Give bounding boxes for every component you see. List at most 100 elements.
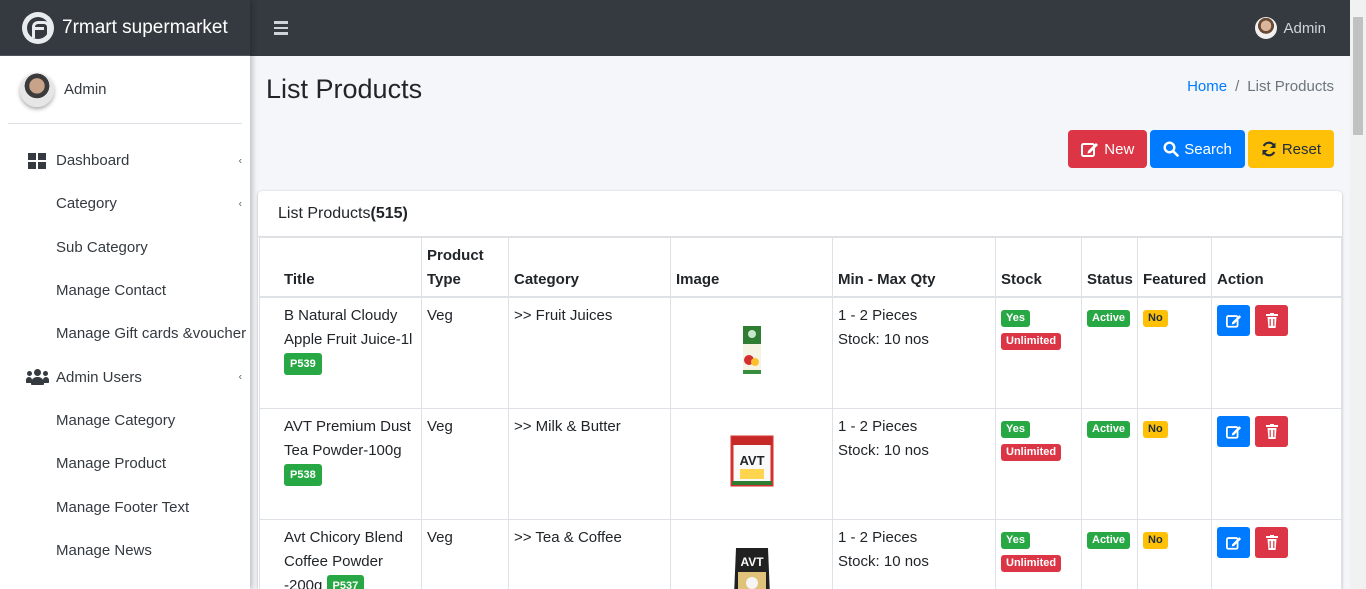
trash-icon xyxy=(1265,423,1278,439)
featured-badge[interactable]: No xyxy=(1143,420,1168,438)
product-featured-cell: No xyxy=(1137,407,1212,520)
unlimited-badge: Unlimited xyxy=(1001,443,1062,461)
edit-button[interactable] xyxy=(1217,415,1250,447)
product-image-cell: AVT xyxy=(670,518,833,589)
coffee-pack-image: AVT xyxy=(733,547,770,589)
sidebar-item-label: Dashboard xyxy=(56,152,130,170)
column-header-action[interactable]: Action xyxy=(1211,237,1342,298)
delete-button[interactable] xyxy=(1255,526,1288,558)
product-qty: 1 - 2 Pieces xyxy=(838,528,918,546)
search-button[interactable]: Search xyxy=(1150,130,1245,168)
product-type: Veg xyxy=(421,407,509,520)
svg-text:AVT: AVT xyxy=(740,555,764,569)
card-title: List Products xyxy=(278,205,371,222)
action-buttons: New Search Reset xyxy=(1068,130,1334,168)
unlimited-badge: Unlimited xyxy=(1001,333,1062,350)
product-status-cell: Active xyxy=(1081,296,1138,409)
new-button[interactable]: New xyxy=(1068,130,1148,168)
edit-button[interactable] xyxy=(1217,305,1250,336)
sidebar-item-manage-category[interactable]: Manage Category xyxy=(0,399,250,442)
stock-yes-badge: Yes xyxy=(1001,531,1030,549)
edit-icon xyxy=(1225,315,1241,328)
product-type: Veg xyxy=(421,296,509,409)
edit-icon xyxy=(1081,143,1099,157)
card-header: List Products(515) xyxy=(258,191,1342,237)
table-row: AVT Premium Dust Tea Powder-100g P538 Veg… xyxy=(259,407,1342,520)
delete-button[interactable] xyxy=(1255,305,1288,336)
column-header-title[interactable]: Title xyxy=(259,237,422,298)
product-action-cell xyxy=(1211,407,1342,520)
status-badge[interactable]: Active xyxy=(1087,420,1131,438)
product-stock-cell: Yes Unlimited xyxy=(995,407,1082,520)
brand-name[interactable]: 7rmart supermarket xyxy=(62,17,228,39)
product-action-cell xyxy=(1211,518,1342,589)
users-icon xyxy=(26,369,49,386)
product-qty: 1 - 2 Pieces xyxy=(838,307,918,324)
product-category: >> Fruit Juices xyxy=(508,296,671,409)
featured-badge[interactable]: No xyxy=(1143,531,1168,549)
sidebar-item-label: Manage Contact xyxy=(56,282,167,300)
chevron-left-icon: ‹ xyxy=(238,198,242,210)
product-type: Veg xyxy=(421,518,509,589)
chevron-left-icon: ‹ xyxy=(238,155,242,167)
search-icon xyxy=(1163,141,1180,157)
reset-button[interactable]: Reset xyxy=(1247,130,1334,168)
column-header-qty[interactable]: Min - Max Qty xyxy=(832,237,996,298)
delete-button[interactable] xyxy=(1255,415,1288,447)
sidebar-item-dashboard[interactable]: Dashboard ‹ xyxy=(0,139,250,182)
product-featured-cell: No xyxy=(1137,518,1212,589)
unlimited-badge: Unlimited xyxy=(1001,554,1062,572)
sidebar-item-manage-footer-text[interactable]: Manage Footer Text xyxy=(0,485,250,528)
column-header-category[interactable]: Category xyxy=(508,237,671,298)
tea-pack-image: AVT xyxy=(730,435,773,486)
product-id-badge: P538 xyxy=(284,463,322,486)
product-title-cell: AVT Premium Dust Tea Powder-100g P538 xyxy=(259,407,422,520)
breadcrumb-separator: / xyxy=(1235,78,1240,95)
page-title: List Products xyxy=(266,74,423,104)
user-menu[interactable]: Admin xyxy=(1255,17,1326,39)
page-scrollbar[interactable] xyxy=(1350,0,1366,589)
status-badge[interactable]: Active xyxy=(1087,310,1131,327)
product-title-cell: Avt Chicory Blend Coffee Powder -200g P5… xyxy=(259,518,422,589)
top-user-name: Admin xyxy=(1283,19,1326,37)
product-action-cell xyxy=(1211,296,1342,409)
sidebar-item-admin-users[interactable]: Admin Users ‹ xyxy=(0,355,250,398)
column-header-product-type[interactable]: Product Type xyxy=(421,237,509,298)
edit-icon xyxy=(1225,536,1241,550)
sidebar-item-manage-product[interactable]: Manage Product xyxy=(0,442,250,485)
products-table: Title Product Type Category Image Min - M… xyxy=(259,237,1342,589)
edit-button[interactable] xyxy=(1217,526,1250,558)
sidebar-item-label: Manage Gift cards &voucher xyxy=(56,325,247,343)
product-image-cell xyxy=(670,296,833,409)
column-header-featured[interactable]: Featured xyxy=(1137,237,1212,298)
product-image-cell: AVT xyxy=(670,407,833,520)
sidebar-item-category[interactable]: Category ‹ xyxy=(0,182,250,225)
product-status-cell: Active xyxy=(1081,518,1138,589)
product-qty: 1 - 2 Pieces xyxy=(838,417,918,435)
column-header-image[interactable]: Image xyxy=(670,237,833,298)
user-name[interactable]: Admin xyxy=(64,81,107,98)
breadcrumb-current: List Products xyxy=(1247,78,1334,95)
reset-button-label: Reset xyxy=(1281,140,1321,158)
status-badge[interactable]: Active xyxy=(1087,531,1131,549)
sidebar-item-sub-category[interactable]: Sub Category xyxy=(0,226,250,269)
table-row: Avt Chicory Blend Coffee Powder -200g P5… xyxy=(259,518,1342,589)
table-row: B Natural Cloudy Apple Fruit Juice-1l P53… xyxy=(259,296,1342,409)
product-title-cell: B Natural Cloudy Apple Fruit Juice-1l P53… xyxy=(259,296,422,409)
product-stock-text: Stock: 10 nos xyxy=(838,552,929,570)
column-header-status[interactable]: Status xyxy=(1081,237,1138,298)
column-header-stock[interactable]: Stock xyxy=(995,237,1082,298)
sidebar-item-manage-contact[interactable]: Manage Contact xyxy=(0,269,250,312)
sidebar-item-gift-cards[interactable]: Manage Gift cards &voucher xyxy=(0,312,250,355)
sidebar-item-label: Admin Users xyxy=(56,368,142,386)
featured-badge[interactable]: No xyxy=(1143,310,1168,327)
scrollbar-thumb[interactable] xyxy=(1353,17,1363,135)
breadcrumb-home-link[interactable]: Home xyxy=(1187,78,1227,95)
menu-toggle-icon[interactable] xyxy=(274,21,288,35)
user-panel: Admin xyxy=(8,56,242,124)
brand[interactable]: 7rmart supermarket xyxy=(0,0,250,56)
chevron-left-icon: ‹ xyxy=(238,371,242,383)
sidebar-item-manage-news[interactable]: Manage News xyxy=(0,529,250,572)
sidebar-item-label: Manage Category xyxy=(56,411,176,429)
stock-yes-badge: Yes xyxy=(1001,310,1030,327)
